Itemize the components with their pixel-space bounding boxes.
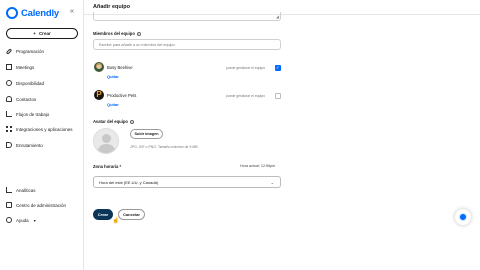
sidebar-item-meetings[interactable]: Meetings <box>6 64 82 70</box>
clock-icon <box>6 80 12 86</box>
members-label: Miembros del equipo i <box>93 31 141 36</box>
brand-name: Calendly <box>21 7 59 19</box>
collapse-sidebar-icon[interactable]: « <box>70 8 74 15</box>
sidebar-item-label: Analíticas <box>16 187 36 193</box>
resize-handle-icon[interactable]: ◢ <box>276 14 279 19</box>
manage-team-checkbox[interactable]: ✓ <box>275 65 281 71</box>
timezone-value: Hora del este (EE.UU. y Canadá) <box>99 179 159 185</box>
chevron-down-icon: ⌄ <box>270 180 274 185</box>
sidebar-item-label: Enrutamiento <box>16 142 43 148</box>
description-textarea[interactable]: ◢ <box>93 12 281 21</box>
info-icon[interactable]: i <box>136 31 141 36</box>
sidebar-item-admin-center[interactable]: Centro de administración <box>6 202 82 208</box>
calendly-widget-icon <box>459 213 467 221</box>
manage-team-label: puede gestionar el equipo <box>226 94 266 98</box>
member-search-input[interactable]: Escribe para añadir a un miembro del equ… <box>93 39 281 50</box>
plus-icon: + <box>33 31 36 36</box>
timezone-select[interactable]: Hora del este (EE.UU. y Canadá) ⌄ <box>93 176 281 188</box>
avatar: P <box>94 90 104 100</box>
help-icon <box>6 217 12 223</box>
remove-member-link[interactable]: Quitar <box>107 102 119 107</box>
sidebar-item-label: Ayuda <box>16 217 29 223</box>
timezone-label: Zona horaria * <box>93 164 122 169</box>
member-name: Productive Pets <box>107 93 137 98</box>
admin-icon <box>6 202 12 208</box>
remove-member-link[interactable]: Quitar <box>107 74 119 79</box>
mouse-cursor-icon: ☝ <box>112 218 120 224</box>
sidebar-item-label: Disponibilidad <box>16 80 45 86</box>
cancel-button[interactable]: Cancelar <box>118 209 145 220</box>
sidebar-item-contactos[interactable]: Contactos <box>6 96 82 102</box>
info-icon[interactable]: i <box>129 119 134 124</box>
apps-icon <box>6 126 12 132</box>
sidebar-item-label: Integraciones y aplicaciones <box>16 126 73 132</box>
manage-team-checkbox[interactable] <box>275 93 281 99</box>
routing-icon <box>6 142 12 148</box>
contacts-icon <box>6 96 12 102</box>
avatar <box>94 62 104 72</box>
create-button[interactable]: + Crear <box>6 28 78 39</box>
sidebar-item-enrutamiento[interactable]: Enrutamiento <box>6 142 82 148</box>
team-avatar-label: Avatar del equipo i <box>93 119 134 124</box>
page-title: Añadir equipo <box>93 4 130 10</box>
analytics-icon <box>6 187 12 193</box>
members-label-text: Miembros del equipo <box>93 31 135 36</box>
main-content: Añadir equipo ◢ Miembros del equipo i Es… <box>84 0 480 270</box>
upload-image-button[interactable]: Subir imagen <box>130 129 163 139</box>
calendar-icon <box>6 64 12 70</box>
sidebar-item-programacion[interactable]: Programación <box>5 48 82 55</box>
sidebar-item-ayuda[interactable]: Ayuda ▾ <box>6 217 82 223</box>
sidebar-item-label: Contactos <box>16 96 37 102</box>
link-icon <box>5 48 13 55</box>
create-button-label: Crear <box>38 31 51 36</box>
member-name: Busy Beehive <box>107 65 133 70</box>
upload-hint: JPG, GIF o PNG. Tamaño máximo de 5 MB. <box>130 145 199 149</box>
sidebar-item-flujos[interactable]: Flujos de trabajo <box>6 111 82 117</box>
calendly-logo-icon <box>6 7 18 19</box>
current-time: Hora actual: 12:56pm <box>240 164 276 168</box>
workflow-icon <box>6 111 12 117</box>
sidebar-item-label: Centro de administración <box>16 202 67 208</box>
sidebar: Calendly « + Crear Programación Meetings… <box>0 0 84 270</box>
calendly-logo[interactable]: Calendly <box>6 7 59 19</box>
sidebar-item-label: Programación <box>16 49 45 54</box>
chevron-down-icon: ▾ <box>33 217 36 223</box>
floating-help-button[interactable] <box>455 209 471 225</box>
create-team-button[interactable]: Crear <box>93 209 113 220</box>
manage-team-label: puede gestionar el equipo <box>226 66 266 70</box>
sidebar-item-analiticas[interactable]: Analíticas <box>6 187 82 193</box>
sidebar-item-label: Meetings <box>16 64 35 70</box>
sidebar-item-integraciones[interactable]: Integraciones y aplicaciones <box>6 126 82 132</box>
team-avatar-label-text: Avatar del equipo <box>93 119 128 124</box>
sidebar-item-disponibilidad[interactable]: Disponibilidad <box>6 80 82 86</box>
sidebar-item-label: Flujos de trabajo <box>16 111 50 117</box>
team-avatar-placeholder <box>93 128 119 154</box>
